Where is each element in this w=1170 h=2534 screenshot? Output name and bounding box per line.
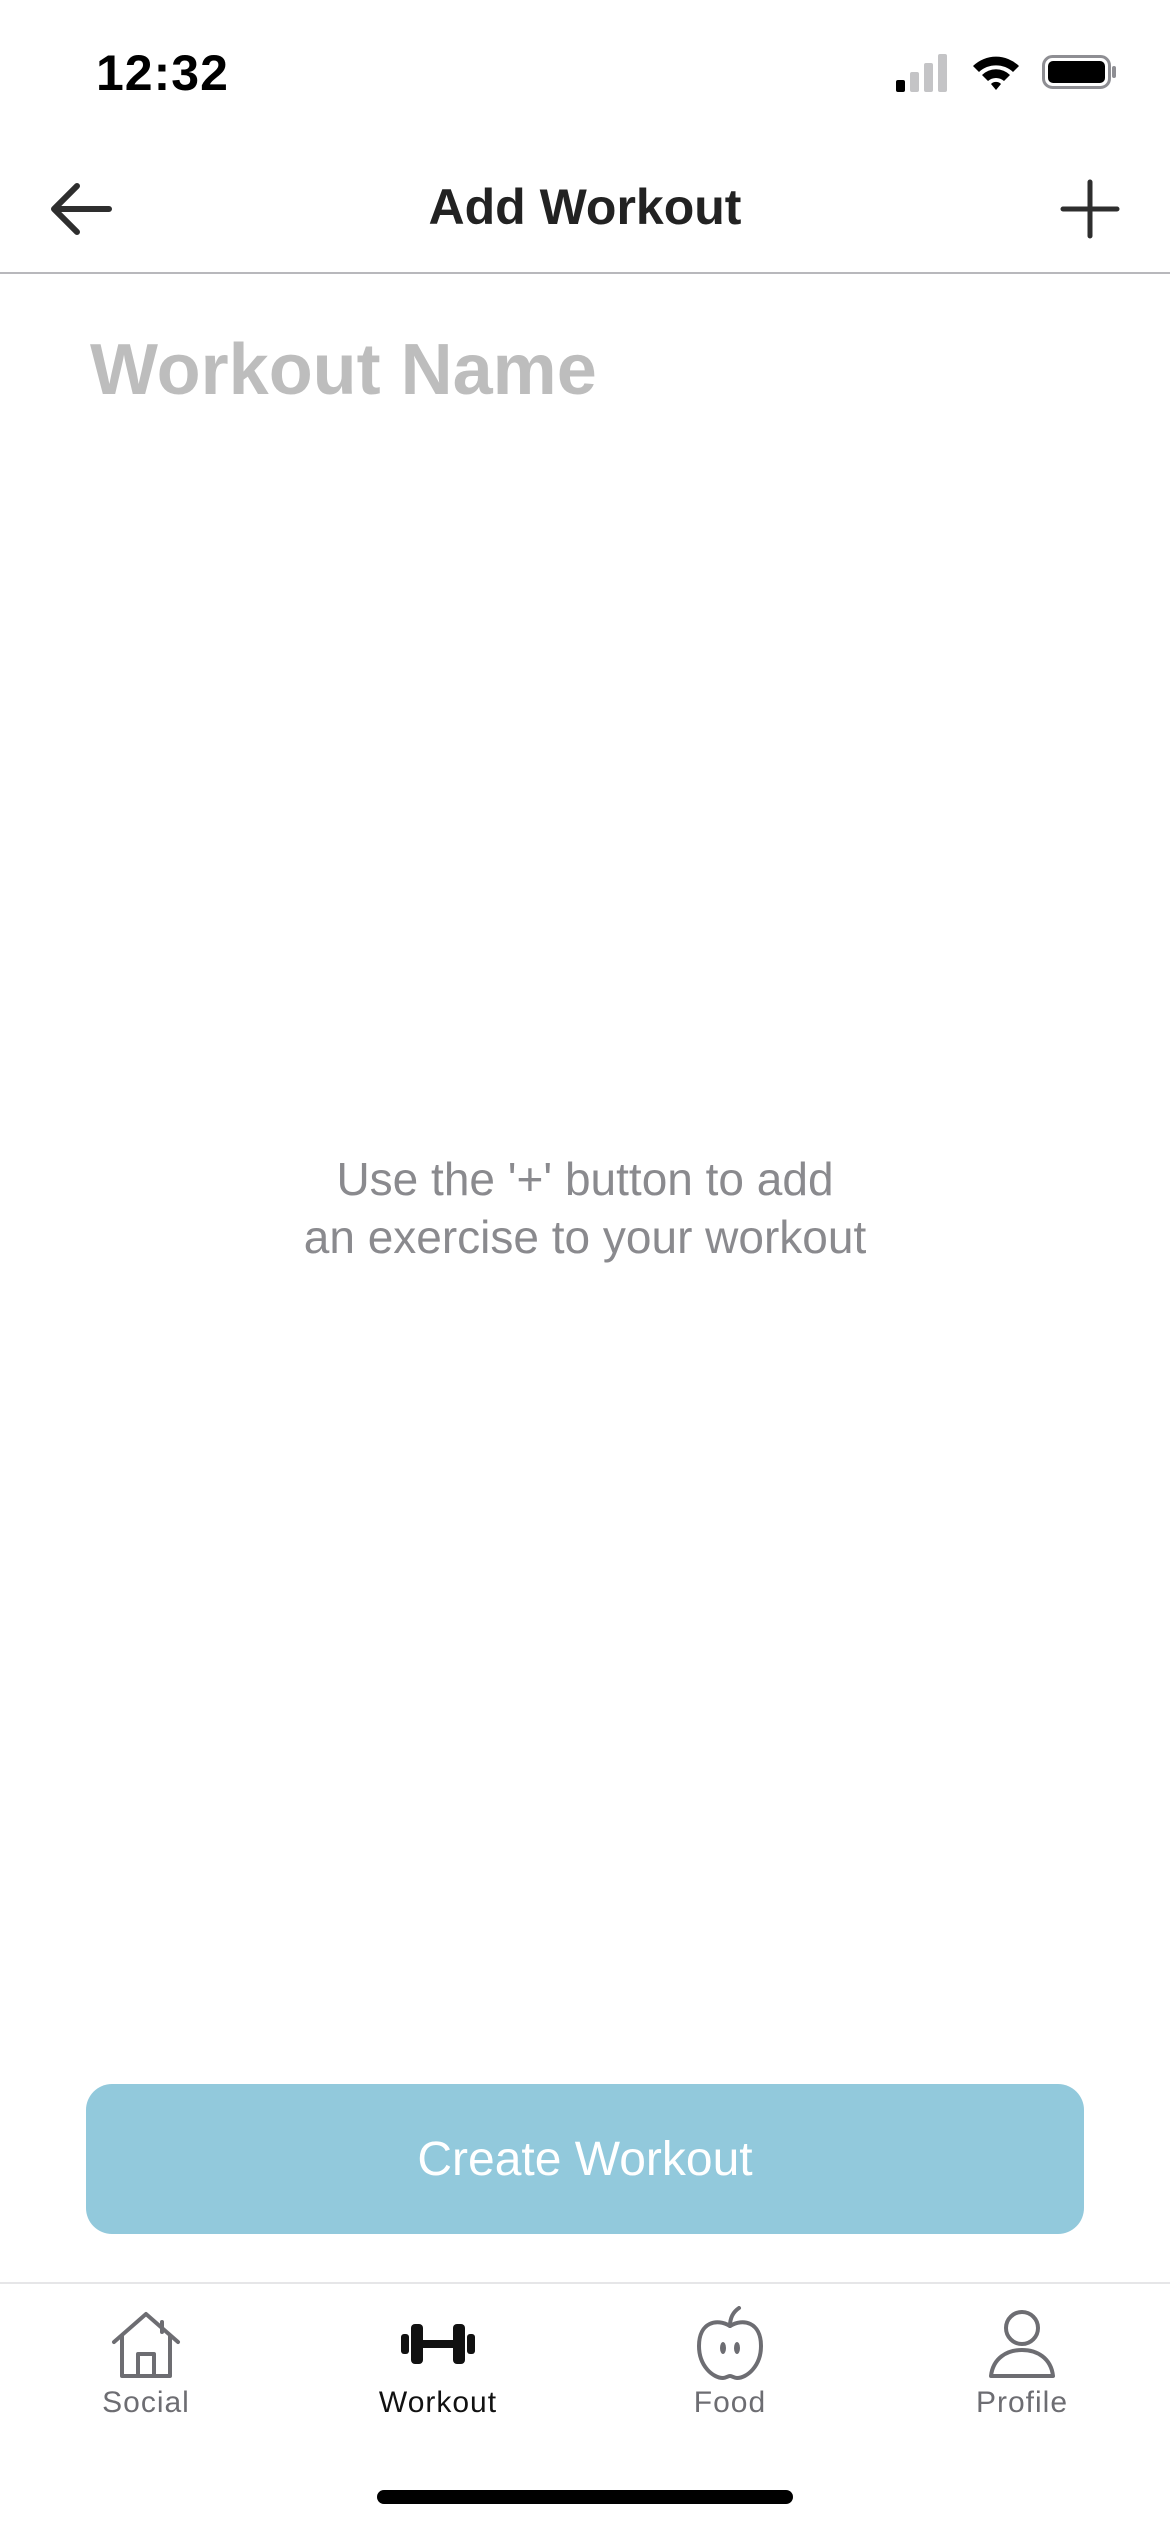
cellular-signal-icon	[896, 52, 950, 97]
apple-icon	[690, 2304, 770, 2384]
status-icons	[876, 52, 1118, 96]
tab-profile-label: Profile	[975, 2386, 1069, 2419]
battery-icon	[1042, 52, 1118, 97]
workout-name-input[interactable]	[90, 320, 1080, 420]
create-workout-button[interactable]: Create Workout	[86, 2084, 1084, 2234]
tab-social[interactable]: Social	[46, 2304, 246, 2434]
person-icon	[982, 2304, 1062, 2384]
tab-food[interactable]: Food	[630, 2304, 830, 2434]
empty-state-line-1: Use the '+' button to add	[336, 1153, 834, 1205]
home-indicator	[377, 2490, 793, 2504]
tab-profile[interactable]: Profile	[922, 2304, 1122, 2434]
tab-food-label: Food	[693, 2386, 767, 2419]
nav-bar: Add Workout	[0, 150, 1170, 274]
plus-icon	[1060, 179, 1120, 244]
tab-workout-label: Workout	[378, 2386, 498, 2419]
status-bar: 12:32	[0, 0, 1170, 150]
wifi-icon	[970, 52, 1022, 97]
page-title: Add Workout	[428, 179, 742, 235]
add-exercise-button[interactable]	[1050, 176, 1130, 246]
empty-state-line-2: an exercise to your workout	[303, 1211, 867, 1263]
tab-workout[interactable]: Workout	[338, 2304, 538, 2434]
status-time: 12:32	[96, 45, 229, 101]
dumbbell-icon	[398, 2304, 478, 2384]
house-icon	[106, 2304, 186, 2384]
empty-state-message: Use the '+' button to add an exercise to…	[185, 1150, 985, 1266]
tab-social-label: Social	[102, 2386, 190, 2419]
